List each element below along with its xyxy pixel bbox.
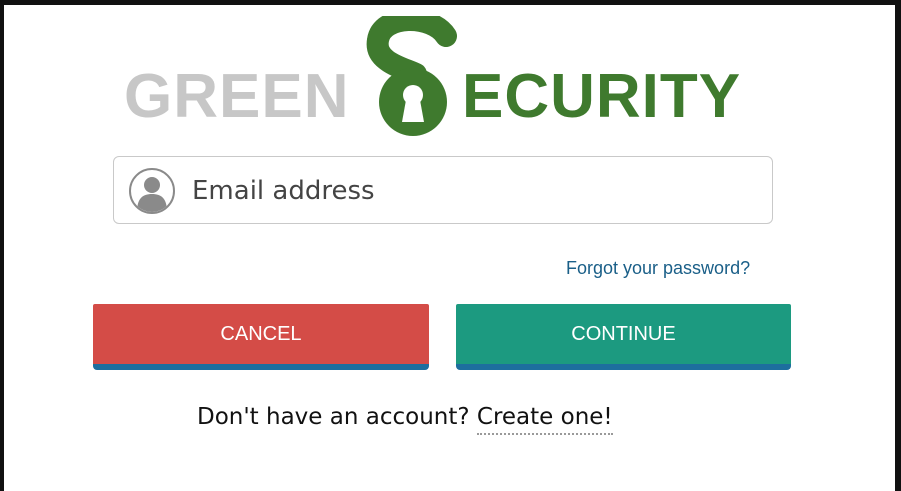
email-input[interactable] <box>192 170 752 212</box>
signup-prompt: Don't have an account? Create one! <box>197 404 613 435</box>
email-field[interactable] <box>113 156 773 224</box>
cancel-button[interactable]: CANCEL <box>93 304 429 370</box>
logo-text-green: GREEN <box>124 62 350 131</box>
continue-button[interactable]: CONTINUE <box>456 304 791 370</box>
create-account-link[interactable]: Create one! <box>476 404 613 435</box>
signup-prompt-text: Don't have an account? <box>197 404 470 430</box>
keyhole-s-icon <box>366 16 457 136</box>
user-icon <box>129 168 175 214</box>
brand-logo: GREEN ECURITY <box>124 16 764 136</box>
logo-text-security: ECURITY <box>462 62 742 131</box>
forgot-password-link[interactable]: Forgot your password? <box>566 258 750 279</box>
continue-button-label: CONTINUE <box>571 322 676 345</box>
cancel-button-label: CANCEL <box>220 322 302 345</box>
